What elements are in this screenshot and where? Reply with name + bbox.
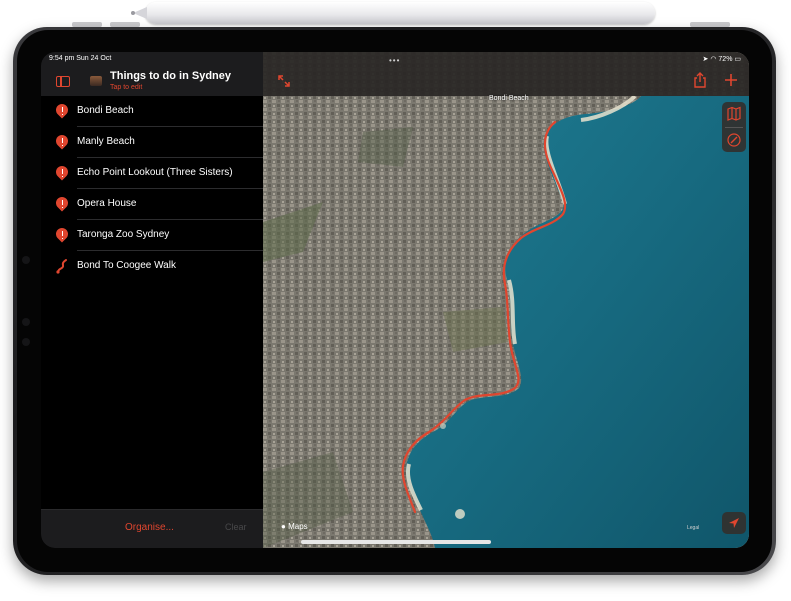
legal-link[interactable]: Legal [687,525,699,531]
battery-percent: 72% [718,56,733,63]
apple-pencil [131,2,655,24]
location-icon: ➤ [702,56,709,63]
guide-title[interactable]: Things to do in Sydney [110,70,231,82]
list-item-label: Manly Beach [77,136,135,147]
map-mode-icon[interactable] [722,102,746,126]
map-imagery [263,52,749,548]
list-item-label: Opera House [77,198,137,209]
share-icon[interactable] [693,72,707,88]
status-battery: ➤ ◠ 72% ▭ [703,55,741,63]
map-place-label[interactable]: Bondi Beach [489,95,529,102]
sidebar-footer: Organise... Clear [41,509,263,548]
status-time-date: 9:54 pm Sun 24 Oct [49,55,112,62]
camera-lens [22,338,30,346]
pin-exclamation [61,231,63,236]
route-icon [56,259,67,274]
pin-exclamation-dot [61,206,63,208]
pin-exclamation [61,200,63,205]
battery-icon: ▭ [734,56,741,63]
organise-button[interactable]: Organise... [125,522,174,533]
compass-icon[interactable] [722,128,746,152]
sidebar-header: 9:54 pm Sun 24 Oct Things to do in Sydne… [41,52,263,96]
pin-exclamation [61,107,63,112]
satellite-map[interactable]: ••• ➤ ◠ 72% ▭ Bondi Beach ● Maps Legal [263,52,749,548]
list-item-label: Taronga Zoo Sydney [77,229,170,240]
pin-exclamation [61,138,63,143]
list-item-echo-point[interactable]: Echo Point Lookout (Three Sisters) [41,158,263,189]
wifi-icon: ◠ [710,56,717,63]
location-arrow-icon [729,518,739,528]
home-indicator[interactable] [301,540,491,544]
list-item-opera-house[interactable]: Opera House [41,189,263,220]
pin-exclamation-dot [61,113,63,115]
add-icon[interactable] [723,72,739,88]
camera-lens [22,318,30,326]
sidebar-toggle-icon[interactable] [56,76,70,87]
clear-button[interactable]: Clear [225,522,247,532]
list-item-bondi-beach[interactable]: Bondi Beach [41,96,263,127]
list-item-label: Echo Point Lookout (Three Sisters) [77,167,233,178]
camera-lens [22,256,30,264]
list-item-manly-beach[interactable]: Manly Beach [41,127,263,158]
list-item-bond-to-coogee-walk[interactable]: Bond To Coogee Walk [41,251,263,282]
map-controls [722,102,746,152]
maps-logo: ● Maps [281,522,308,531]
current-location-button[interactable] [722,512,746,534]
screen: 9:54 pm Sun 24 Oct Things to do in Sydne… [41,52,749,548]
list-item-label: Bond To Coogee Walk [77,260,176,271]
expand-icon[interactable] [277,74,291,88]
pin-exclamation-dot [61,175,63,177]
apple-logo-icon: ● [281,522,286,531]
multitask-dots[interactable]: ••• [389,56,400,65]
map-toolbar: ••• ➤ ◠ 72% ▭ [263,52,749,96]
maps-brand-text: Maps [288,522,308,531]
guide-thumbnail [90,76,102,86]
pin-exclamation-dot [61,237,63,239]
list-item-label: Bondi Beach [77,105,134,116]
guide-subtitle[interactable]: Tap to edit [110,84,142,91]
pin-exclamation [61,169,63,174]
list-item-taronga-zoo[interactable]: Taronga Zoo Sydney [41,220,263,251]
guide-sidebar: 9:54 pm Sun 24 Oct Things to do in Sydne… [41,52,263,548]
places-list: Bondi Beach Manly Beach Echo Point Looko… [41,96,263,282]
pin-exclamation-dot [61,144,63,146]
